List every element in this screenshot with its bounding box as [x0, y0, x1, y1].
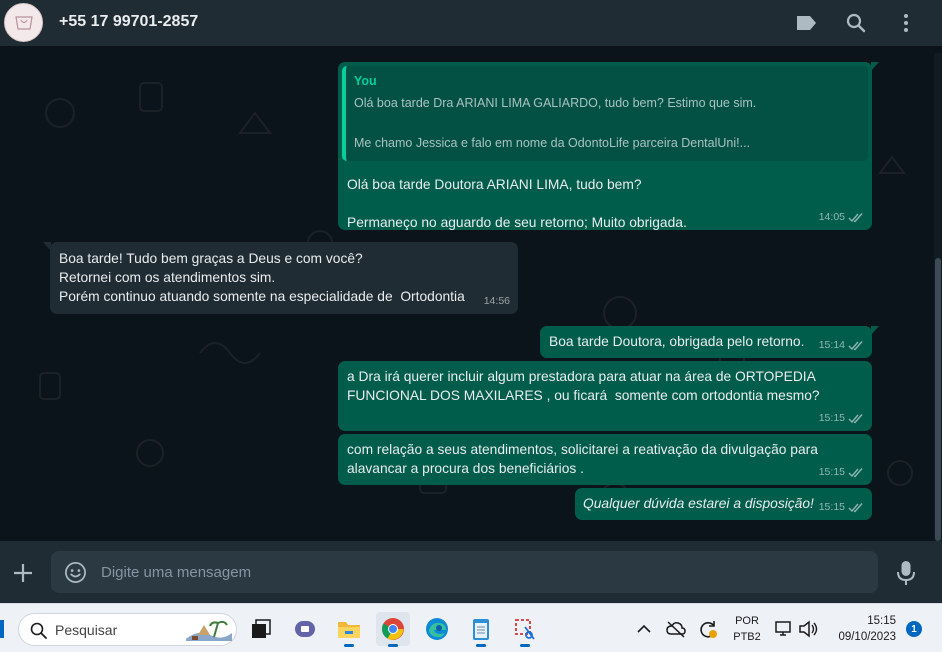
read-receipt-icon	[848, 468, 863, 478]
start-button-edge[interactable]	[0, 620, 4, 638]
running-indicator	[344, 644, 354, 647]
keyboard-layout: PTB2	[733, 631, 761, 643]
microphone-icon[interactable]	[895, 560, 917, 586]
read-receipt-icon	[848, 503, 863, 513]
notepad-icon[interactable]	[464, 612, 498, 647]
emoji-icon[interactable]	[64, 561, 87, 584]
quote-text: Olá boa tarde Dra ARIANI LIMA GALIARDO, …	[354, 96, 757, 150]
bubble-tail	[871, 62, 879, 71]
scrollbar-thumb[interactable]	[935, 258, 941, 541]
message-meta: 14:05	[819, 208, 864, 227]
message-outgoing[interactable]: You Olá boa tarde Dra ARIANI LIMA GALIAR…	[338, 62, 879, 230]
search-highlight-illustration-icon	[186, 620, 232, 641]
more-vertical-icon[interactable]	[893, 10, 919, 36]
message-meta: 15:15	[819, 463, 864, 482]
message-meta: 15:14	[819, 336, 864, 355]
chat-scrollbar[interactable]	[934, 53, 942, 541]
running-indicator	[476, 644, 486, 647]
message-text: a Dra irá querer incluir algum prestador…	[347, 369, 820, 403]
search-icon[interactable]	[843, 10, 869, 36]
message-time: 15:15	[818, 466, 845, 478]
chat-header: +55 17 99701-2857	[0, 0, 942, 46]
search-placeholder: Pesquisar	[55, 622, 118, 638]
system-clock[interactable]: 15:15 09/10/2023	[826, 613, 896, 645]
chrome-icon[interactable]	[376, 612, 410, 647]
message-time: 15:15	[818, 501, 845, 513]
quote-author: You	[354, 74, 377, 88]
bubble-tail	[871, 326, 879, 335]
message-list[interactable]: You Olá boa tarde Dra ARIANI LIMA GALIAR…	[0, 53, 934, 541]
message-outgoing[interactable]: Boa tarde Doutora, obrigada pelo retorno…	[540, 326, 879, 358]
message-outgoing[interactable]: Qualquer dúvida estarei a disposição! 15…	[575, 488, 872, 520]
message-composer	[0, 541, 942, 603]
attach-plus-icon[interactable]	[11, 561, 35, 585]
volume-icon[interactable]	[798, 619, 818, 639]
message-text: com relação a seus atendimentos, solicit…	[347, 442, 818, 476]
message-time: 14:05	[818, 211, 845, 223]
message-text: Qualquer dúvida estarei a disposição!	[583, 496, 814, 511]
quoted-message[interactable]: You Olá boa tarde Dra ARIANI LIMA GALIAR…	[342, 66, 868, 161]
snipping-tool-icon[interactable]	[508, 612, 542, 647]
label-icon[interactable]	[793, 10, 819, 36]
message-time: 15:15	[818, 412, 845, 424]
message-text: Boa tarde Doutora, obrigada pelo retorno…	[549, 334, 805, 349]
task-view-icon[interactable]	[244, 612, 278, 646]
edge-icon[interactable]	[420, 612, 454, 646]
notification-badge[interactable]: 1	[906, 621, 922, 637]
message-incoming[interactable]: Boa tarde! Tudo bem graças a Deus e com …	[43, 242, 518, 314]
teams-icon[interactable]	[288, 612, 322, 646]
read-receipt-icon	[848, 213, 863, 223]
message-meta: 15:15	[819, 409, 864, 428]
avatar-logo-icon	[14, 15, 33, 30]
read-receipt-icon	[848, 341, 863, 351]
message-text: Olá boa tarde Doutora ARIANI LIMA, tudo …	[347, 177, 687, 230]
language-code: POR	[735, 615, 759, 627]
contact-avatar[interactable]	[4, 3, 43, 42]
message-input[interactable]	[101, 551, 861, 593]
taskbar-search[interactable]: Pesquisar	[18, 613, 237, 646]
cloud-offline-icon[interactable]	[666, 619, 686, 639]
network-icon[interactable]	[774, 619, 794, 639]
message-outgoing[interactable]: com relação a seus atendimentos, solicit…	[338, 434, 872, 485]
search-icon	[30, 622, 47, 639]
read-receipt-icon	[848, 414, 863, 424]
message-time: 15:14	[818, 339, 845, 351]
sync-warning-icon[interactable]	[698, 619, 718, 639]
message-meta: 15:15	[819, 498, 864, 517]
chevron-up-icon[interactable]	[634, 619, 654, 639]
input-language[interactable]: POR PTB2	[733, 613, 761, 645]
windows-taskbar: Pesquisar POR PTB2 15:15 09/10/2023 1	[0, 603, 942, 652]
message-meta: 14:56	[484, 292, 510, 311]
message-text: Boa tarde! Tudo bem graças a Deus e com …	[59, 251, 465, 304]
bubble-tail	[43, 242, 51, 251]
running-indicator	[520, 644, 530, 647]
message-outgoing[interactable]: a Dra irá querer incluir algum prestador…	[338, 361, 872, 431]
clock-time: 15:15	[867, 615, 896, 627]
running-indicator	[388, 644, 398, 647]
contact-name[interactable]: +55 17 99701-2857	[59, 13, 198, 31]
message-time: 14:56	[483, 295, 510, 307]
clock-date: 09/10/2023	[838, 631, 896, 643]
file-explorer-icon[interactable]	[332, 612, 366, 647]
message-input-container[interactable]	[51, 551, 878, 593]
